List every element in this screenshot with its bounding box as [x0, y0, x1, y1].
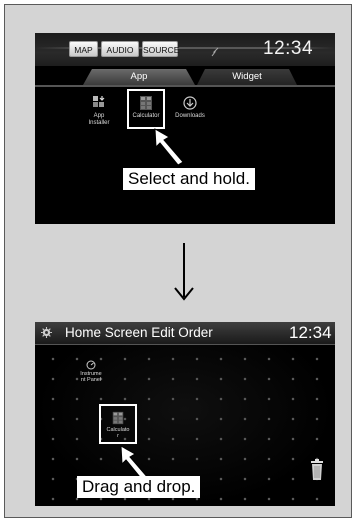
pointer-arrow-icon: [154, 128, 184, 166]
downloads-item[interactable]: Downloads: [168, 95, 212, 120]
tab-divider: [35, 85, 335, 87]
home-screen-edit-screen: Home Screen Edit Order 12:34 Instrume nt…: [35, 322, 335, 506]
downloads-label: Downloads: [175, 113, 205, 119]
drag-and-drop-caption: Drag and drop.: [77, 476, 201, 498]
clock: 12:34: [289, 323, 332, 342]
calculator-label: Calculator: [132, 113, 160, 119]
tab-app[interactable]: App: [83, 69, 195, 85]
app-installer-icon: [93, 96, 105, 107]
calculator-item-dragging[interactable]: Calculato r: [99, 404, 137, 444]
calculator-label: Calculato r: [106, 427, 130, 439]
source-button[interactable]: SOURCE: [142, 41, 179, 57]
trash-icon[interactable]: [309, 459, 325, 481]
header-bar: Home Screen Edit Order 12:34: [35, 322, 335, 345]
instrument-panel-item[interactable]: Instrume nt Panel: [69, 360, 113, 383]
gear-icon: [41, 327, 52, 338]
down-arrow-icon: [174, 243, 194, 301]
app-installer-item[interactable]: App Installer: [77, 95, 121, 127]
tab-widget[interactable]: Widget: [197, 69, 297, 85]
instrument-panel-label: Instrume nt Panel: [80, 371, 102, 383]
calculator-item[interactable]: Calculator: [124, 95, 168, 120]
top-bar: MAP AUDIO SOURCE 12:34: [35, 33, 335, 66]
select-and-hold-caption: Select and hold.: [123, 168, 255, 190]
page-title: Home Screen Edit Order: [65, 325, 213, 340]
instrument-panel-icon: [86, 360, 96, 370]
downloads-icon: [183, 96, 197, 110]
calculator-icon: [112, 411, 124, 425]
map-button[interactable]: MAP: [69, 41, 98, 57]
app-list-screen: MAP AUDIO SOURCE 12:34 App Widget App In…: [35, 33, 335, 224]
signal-icon: [211, 47, 219, 57]
calculator-icon: [140, 96, 152, 110]
clock: 12:34: [263, 38, 314, 59]
instruction-frame: MAP AUDIO SOURCE 12:34 App Widget App In…: [4, 4, 352, 518]
app-installer-label: App Installer: [88, 113, 110, 126]
audio-button[interactable]: AUDIO: [101, 41, 139, 57]
